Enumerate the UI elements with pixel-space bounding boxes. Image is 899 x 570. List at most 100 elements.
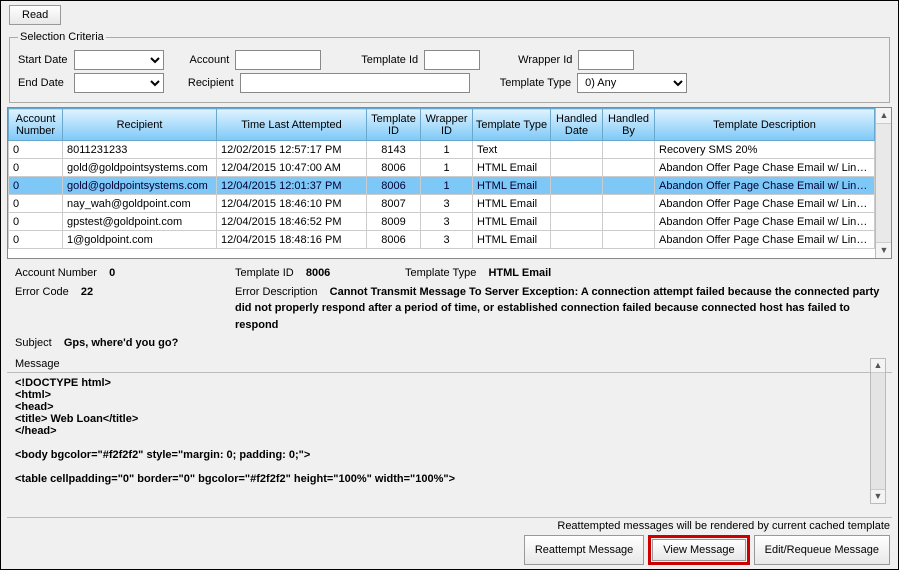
cell-wid: 1 <box>421 177 473 195</box>
message-label: Message <box>15 358 892 370</box>
cell-desc: Abandon Offer Page Chase Email w/ Link D… <box>655 231 875 249</box>
cell-hdate <box>551 141 603 159</box>
reattempt-button[interactable]: Reattempt Message <box>524 535 644 565</box>
col-account[interactable]: Account Number <box>9 109 63 141</box>
cell-hdate <box>551 213 603 231</box>
cell-acct: 0 <box>9 159 63 177</box>
cell-hdate <box>551 231 603 249</box>
cell-acct: 0 <box>9 177 63 195</box>
cell-tid: 8007 <box>367 195 421 213</box>
account-input[interactable] <box>235 50 321 70</box>
cell-ttype: HTML Email <box>473 159 551 177</box>
read-button[interactable]: Read <box>9 5 61 25</box>
table-row[interactable]: 0gold@goldpointsystems.com12/04/2015 10:… <box>9 159 875 177</box>
detail-panel: Account Number 0 Template ID 8006 Templa… <box>1 259 898 356</box>
cell-desc: Abandon Offer Page Chase Email w/ Link D… <box>655 195 875 213</box>
cell-time: 12/04/2015 12:01:37 PM <box>217 177 367 195</box>
col-time[interactable]: Time Last Attempted <box>217 109 367 141</box>
table-row[interactable]: 0nay_wah@goldpoint.com12/04/2015 18:46:1… <box>9 195 875 213</box>
cell-desc: Recovery SMS 20% <box>655 141 875 159</box>
view-message-highlight: View Message <box>648 535 749 565</box>
cell-tid: 8006 <box>367 159 421 177</box>
col-description[interactable]: Template Description <box>655 109 875 141</box>
selection-criteria-group: Selection Criteria Start Date Account Te… <box>9 31 890 103</box>
col-template-id[interactable]: Template ID <box>367 109 421 141</box>
edesc-label: Error Description <box>235 286 318 298</box>
end-date-label: End Date <box>18 77 64 89</box>
scroll-up-icon[interactable]: ▲ <box>871 359 885 373</box>
cell-hby <box>603 177 655 195</box>
cell-rec: gpstest@goldpoint.com <box>63 213 217 231</box>
scroll-up-icon[interactable]: ▲ <box>876 108 892 124</box>
cell-hby <box>603 213 655 231</box>
acct-value: 0 <box>109 267 115 279</box>
view-message-button[interactable]: View Message <box>652 539 745 561</box>
col-handled-by[interactable]: Handled By <box>603 109 655 141</box>
template-id-input[interactable] <box>424 50 480 70</box>
cell-hby <box>603 195 655 213</box>
cell-tid: 8006 <box>367 177 421 195</box>
col-recipient[interactable]: Recipient <box>63 109 217 141</box>
grid-header-row: Account Number Recipient Time Last Attem… <box>9 109 875 141</box>
edit-requeue-button[interactable]: Edit/Requeue Message <box>754 535 890 565</box>
tid-label: Template ID <box>235 267 294 279</box>
cell-rec: gold@goldpointsystems.com <box>63 159 217 177</box>
cell-wid: 3 <box>421 231 473 249</box>
cell-desc: Abandon Offer Page Chase Email w/ Link D… <box>655 177 875 195</box>
start-date-label: Start Date <box>18 54 68 66</box>
footer-note: Reattempted messages will be rendered by… <box>524 520 890 532</box>
scroll-down-icon[interactable]: ▼ <box>876 242 892 258</box>
cell-hdate <box>551 177 603 195</box>
wrapper-id-input[interactable] <box>578 50 634 70</box>
cell-wid: 1 <box>421 159 473 177</box>
table-row[interactable]: 0801123123312/02/2015 12:57:17 PM81431Te… <box>9 141 875 159</box>
cell-ttype: Text <box>473 141 551 159</box>
template-type-label: Template Type <box>500 77 571 89</box>
message-scrollbar[interactable]: ▲ ▼ <box>870 358 886 504</box>
grid-scrollbar[interactable]: ▲ ▼ <box>875 108 891 258</box>
cell-wid: 1 <box>421 141 473 159</box>
table-row[interactable]: 0gpstest@goldpoint.com12/04/2015 18:46:5… <box>9 213 875 231</box>
criteria-legend: Selection Criteria <box>18 31 106 43</box>
end-date-input[interactable] <box>74 73 164 93</box>
cell-time: 12/04/2015 10:47:00 AM <box>217 159 367 177</box>
cell-hby <box>603 231 655 249</box>
cell-rec: gold@goldpointsystems.com <box>63 177 217 195</box>
message-body[interactable]: <!DOCTYPE html> <html> <head> <title> We… <box>7 372 892 518</box>
cell-tid: 8006 <box>367 231 421 249</box>
recipient-label: Recipient <box>188 77 234 89</box>
template-type-select[interactable]: 0) Any <box>577 73 687 93</box>
cell-time: 12/02/2015 12:57:17 PM <box>217 141 367 159</box>
cell-wid: 3 <box>421 213 473 231</box>
cell-acct: 0 <box>9 213 63 231</box>
cell-rec: 8011231233 <box>63 141 217 159</box>
wrapper-id-label: Wrapper Id <box>518 54 572 66</box>
col-template-type[interactable]: Template Type <box>473 109 551 141</box>
ttype-value: HTML Email <box>488 267 551 279</box>
cell-tid: 8009 <box>367 213 421 231</box>
cell-ttype: HTML Email <box>473 177 551 195</box>
table-row[interactable]: 0gold@goldpointsystems.com12/04/2015 12:… <box>9 177 875 195</box>
cell-desc: Abandon Offer Page Chase Email w/ Link D… <box>655 213 875 231</box>
recipient-input[interactable] <box>240 73 470 93</box>
cell-time: 12/04/2015 18:46:10 PM <box>217 195 367 213</box>
cell-wid: 3 <box>421 195 473 213</box>
cell-time: 12/04/2015 18:48:16 PM <box>217 231 367 249</box>
start-date-input[interactable] <box>74 50 164 70</box>
table-row[interactable]: 01@goldpoint.com12/04/2015 18:48:16 PM80… <box>9 231 875 249</box>
ecode-value: 22 <box>81 286 93 298</box>
account-label: Account <box>190 54 230 66</box>
col-wrapper-id[interactable]: Wrapper ID <box>421 109 473 141</box>
scroll-down-icon[interactable]: ▼ <box>871 489 885 503</box>
col-handled-date[interactable]: Handled Date <box>551 109 603 141</box>
subj-label: Subject <box>15 337 52 349</box>
cell-acct: 0 <box>9 141 63 159</box>
template-id-label: Template Id <box>361 54 418 66</box>
ttype-label: Template Type <box>405 267 476 279</box>
results-grid: Account Number Recipient Time Last Attem… <box>7 107 892 259</box>
cell-hby <box>603 141 655 159</box>
cell-rec: nay_wah@goldpoint.com <box>63 195 217 213</box>
cell-desc: Abandon Offer Page Chase Email w/ Link D… <box>655 159 875 177</box>
subj-value: Gps, where'd you go? <box>64 337 178 349</box>
cell-hdate <box>551 159 603 177</box>
